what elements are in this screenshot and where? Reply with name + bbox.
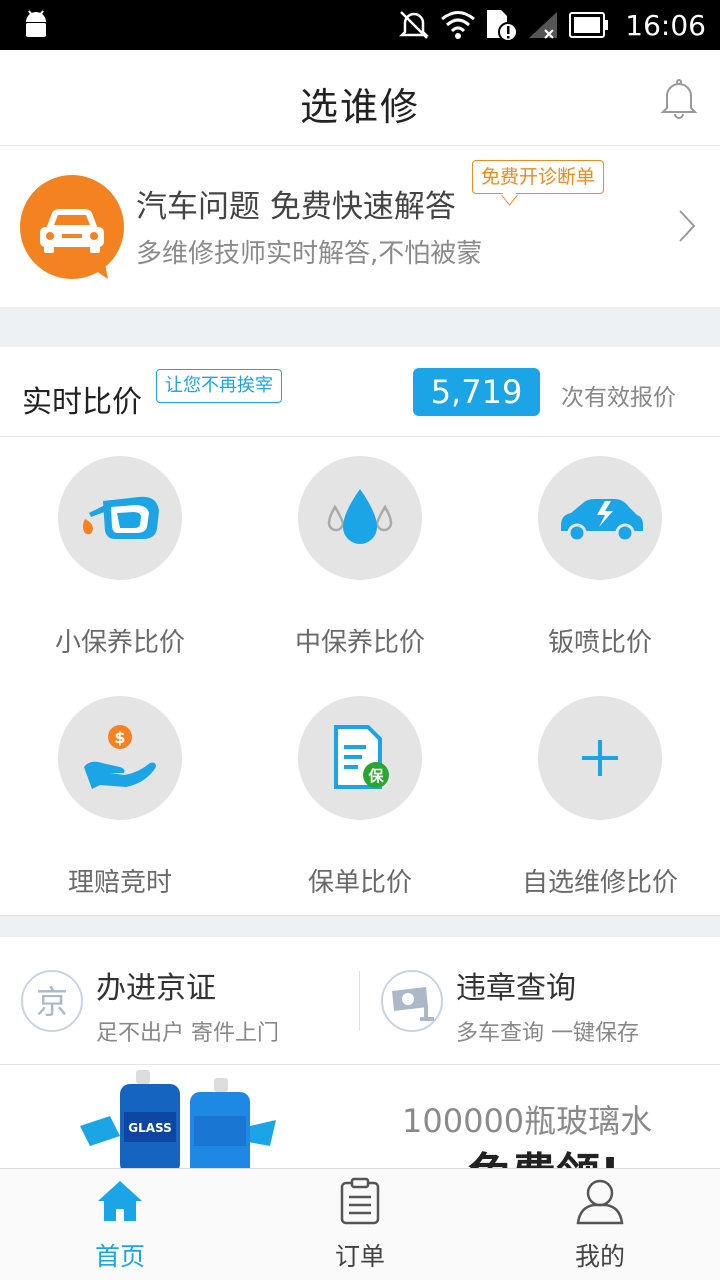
service-title: 办进京证 <box>96 971 216 1006</box>
car-paint-icon <box>561 499 643 543</box>
beijing-permit-icon: 京 <box>21 970 83 1032</box>
tab-label: 首页 <box>94 1242 145 1271</box>
price-compare-section: 实时比价 让您不再挨宰 5,719 次有效报价 小保养比价 中保养比价 钣喷比价… <box>0 347 720 915</box>
sim-alert-icon <box>487 10 518 42</box>
policy-badge-text: 保 <box>367 767 384 785</box>
camera-icon <box>381 970 443 1032</box>
beijing-permit-service[interactable]: 京 办进京证 足不出户 寄件上门 <box>0 937 360 1065</box>
grid-item-custom-repair[interactable]: 自选维修比价 <box>480 678 720 918</box>
no-signal-icon <box>529 12 558 39</box>
tab-orders[interactable]: 订单 <box>240 1169 480 1280</box>
section-divider <box>0 915 720 937</box>
car-chat-icon <box>20 175 124 279</box>
price-compare-title: 实时比价 <box>22 385 142 420</box>
oil-can-icon <box>83 496 159 539</box>
washer-fluid-bottles-image: GLASS <box>80 1070 276 1168</box>
app-header: 选谁修 <box>0 50 720 146</box>
grid-item-label: 小保养比价 <box>54 628 185 658</box>
no-rip-off-tag: 让您不再挨宰 <box>156 369 282 403</box>
wifi-icon <box>441 11 476 39</box>
tab-home[interactable]: 首页 <box>0 1169 240 1280</box>
consult-subtitle: 多维修技师实时解答,不怕被蒙 <box>136 239 483 269</box>
bell-icon[interactable] <box>658 76 700 120</box>
svg-text:$: $ <box>114 728 125 747</box>
grid-item-label: 钣喷比价 <box>547 628 652 658</box>
tab-profile[interactable]: 我的 <box>480 1169 720 1280</box>
consult-headline: 汽车问题 免费快速解答 <box>136 189 456 225</box>
grid-item-claim-bidding[interactable]: $ 理赔竞时 <box>0 678 240 918</box>
clock: 16:06 <box>625 8 706 42</box>
grid-item-policy-compare[interactable]: 保 保单比价 <box>240 678 480 918</box>
svg-text:京: 京 <box>36 983 68 1021</box>
page-title: 选谁修 <box>299 85 420 129</box>
service-subtitle: 多车查询 一键保存 <box>456 1021 639 1046</box>
hand-coin-icon: $ <box>84 725 156 789</box>
consult-banner[interactable]: 汽车问题 免费快速解答 多维修技师实时解答,不怕被蒙 免费开诊断单 <box>0 147 720 307</box>
policy-document-icon: 保 <box>334 725 389 789</box>
user-icon <box>576 1179 624 1225</box>
grid-item-label: 理赔竞时 <box>67 868 172 898</box>
quote-count-label: 次有效报价 <box>561 385 676 411</box>
service-subtitle: 足不出户 寄件上门 <box>96 1021 279 1046</box>
promo-big-text: 免费领! <box>468 1138 620 1168</box>
free-diagnosis-tag: 免费开诊断单 <box>472 160 605 194</box>
grid-item-mid-maintenance[interactable]: 中保养比价 <box>240 438 480 678</box>
mute-icon <box>399 11 430 39</box>
services-row: 京 办进京证 足不出户 寄件上门 违章查询 多车查询 一键保存 <box>0 937 720 1065</box>
promo-banner[interactable]: GLASS 100000瓶玻璃水 免费领! <box>0 1066 720 1168</box>
status-bar: 16:06 <box>0 0 720 50</box>
android-icon <box>26 10 46 37</box>
price-compare-header: 实时比价 让您不再挨宰 5,719 次有效报价 <box>0 347 720 437</box>
grid-item-minor-maintenance[interactable]: 小保养比价 <box>0 438 240 678</box>
service-title: 违章查询 <box>456 971 576 1006</box>
chevron-right-icon <box>679 210 696 242</box>
battery-icon <box>569 12 609 38</box>
grid-item-label: 中保养比价 <box>294 628 425 658</box>
promo-text: 100000瓶玻璃水 <box>402 1102 653 1140</box>
tab-label: 我的 <box>574 1242 625 1271</box>
violation-query-service[interactable]: 违章查询 多车查询 一键保存 <box>360 937 720 1065</box>
grid-item-body-paint[interactable]: 钣喷比价 <box>480 438 720 678</box>
clipboard-icon <box>340 1177 380 1225</box>
service-grid: 小保养比价 中保养比价 钣喷比价 $ 理赔竞时 保 保单比价 自选维修比价 <box>0 438 720 915</box>
section-divider <box>0 307 720 347</box>
grid-item-label: 保单比价 <box>307 868 412 898</box>
plus-icon <box>582 740 618 776</box>
quote-count-badge: 5,719 <box>413 368 540 416</box>
tab-label: 订单 <box>334 1242 385 1271</box>
bottom-nav: 首页 订单 我的 <box>0 1168 720 1280</box>
bottle-label: GLASS <box>128 1121 172 1135</box>
grid-item-label: 自选维修比价 <box>521 868 678 898</box>
home-icon <box>98 1181 142 1221</box>
drops-icon <box>327 489 393 544</box>
